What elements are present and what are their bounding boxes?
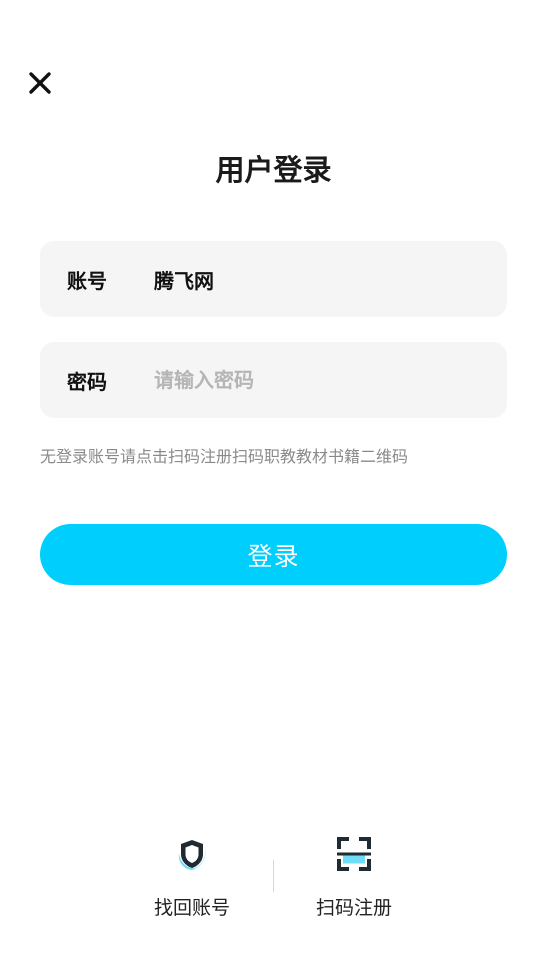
login-button[interactable]: 登录 <box>40 524 507 585</box>
password-label: 密码 <box>67 369 107 394</box>
account-label: 账号 <box>67 268 107 293</box>
recover-account-label: 找回账号 <box>153 897 230 919</box>
scan-register-button[interactable]: 扫码注册 <box>294 832 414 921</box>
recover-account-button[interactable]: 找回账号 <box>132 832 252 921</box>
scan-register-label: 扫码注册 <box>315 897 392 919</box>
account-field: 账号 <box>40 241 507 317</box>
register-hint: 无登录账号请点击扫码注册扫码职教教材书籍二维码 <box>40 447 409 466</box>
footer-divider <box>273 860 274 892</box>
shield-icon <box>170 832 214 876</box>
scan-icon <box>332 832 376 876</box>
password-input[interactable] <box>154 360 484 400</box>
close-icon <box>28 71 52 99</box>
page-title: 用户登录 <box>215 153 332 187</box>
password-field: 密码 <box>40 342 507 418</box>
close-button[interactable] <box>24 69 56 101</box>
account-input[interactable] <box>154 259 484 299</box>
